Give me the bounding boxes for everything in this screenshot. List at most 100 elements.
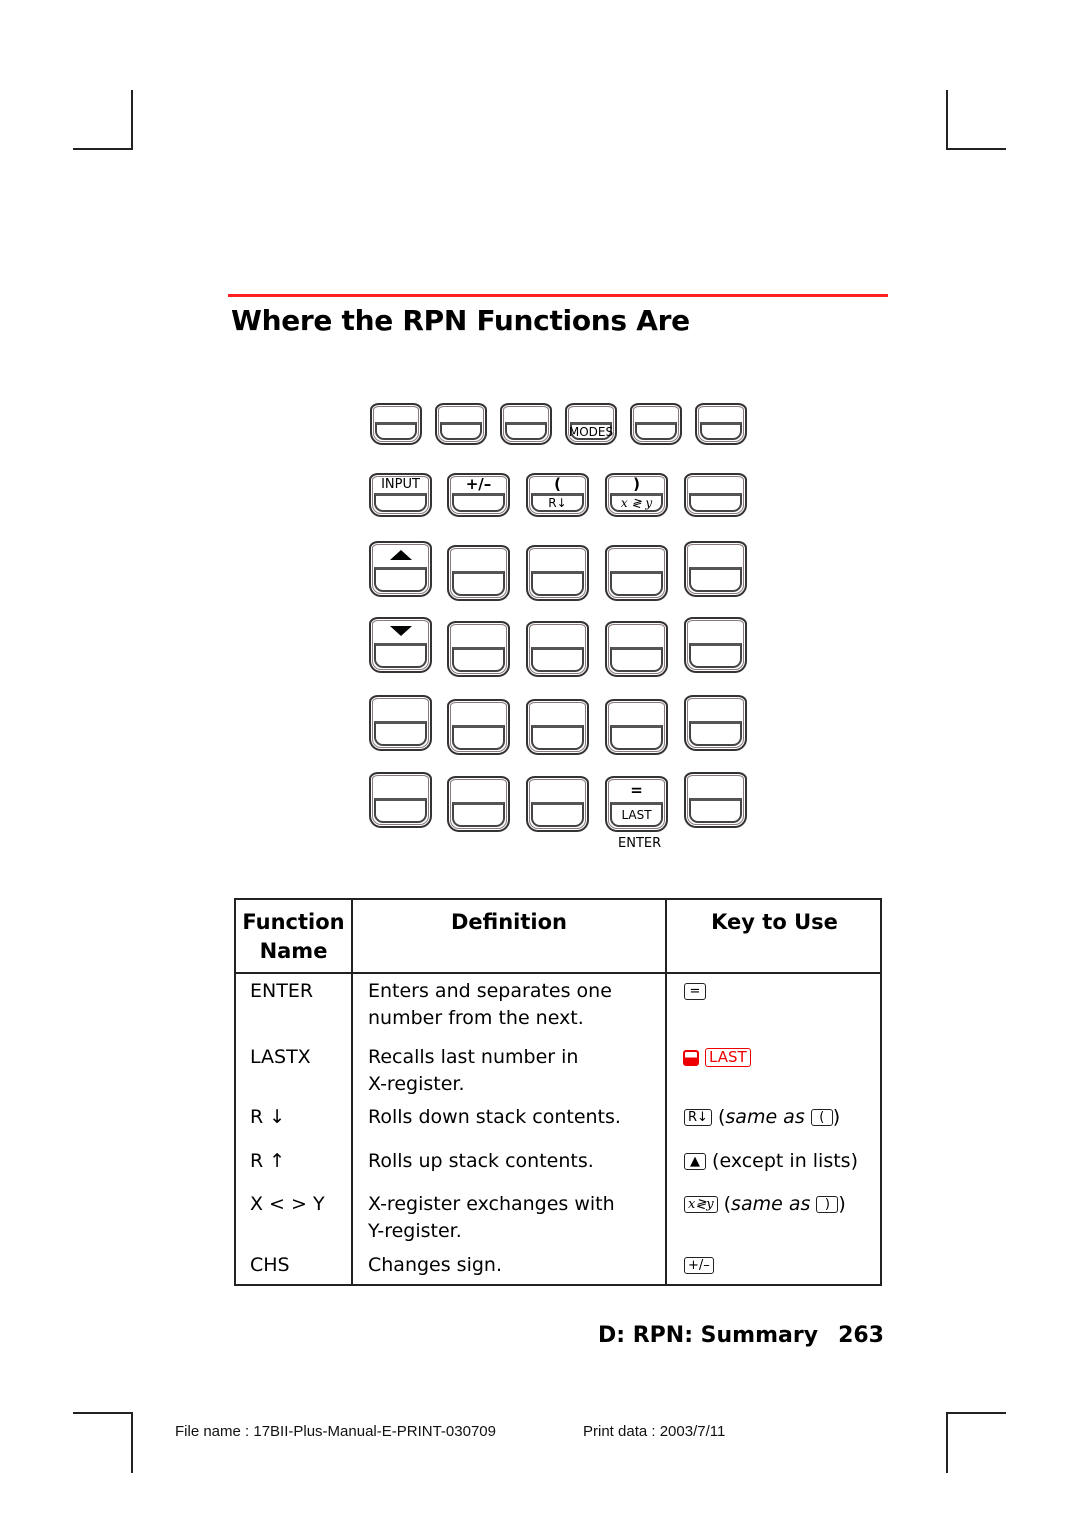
calculator-key [369, 772, 432, 828]
definition-line: Recalls last number in [368, 1046, 579, 1068]
key-top-label [449, 778, 508, 802]
key-bottom-label [452, 570, 505, 596]
running-footer: D: RPN: Summary 263 [598, 1323, 884, 1348]
print-date: Print data : 2003/7/11 [583, 1423, 726, 1440]
change-sign-key-icon: +/– [684, 1257, 714, 1274]
key-note: same as [725, 1106, 805, 1128]
calculator-key [447, 545, 510, 601]
key-top-label [607, 547, 666, 571]
calculator-key [447, 776, 510, 832]
file-name: File name : 17BII-Plus-Manual-E-PRINT-03… [175, 1423, 496, 1440]
calculator-key [369, 695, 432, 751]
table-row-name: LASTX [250, 1046, 311, 1068]
roll-down-key-icon: R↓ [684, 1109, 712, 1126]
definition-line: Changes sign. [368, 1254, 503, 1276]
key-bottom-label [689, 797, 742, 823]
key-bottom-label [635, 422, 677, 440]
key-bottom-label [700, 422, 742, 440]
key-top-label [686, 774, 745, 798]
up-arrow-icon [371, 543, 430, 567]
column-header-function-name: Function Name [236, 908, 351, 966]
key-bottom-label [375, 422, 417, 440]
table-row-key: ▲ (except in lists) [684, 1148, 858, 1175]
key-bottom-label [689, 720, 742, 746]
key-top-label [528, 778, 587, 802]
calculator-key [684, 617, 747, 673]
definition-line: Enters and separates one [368, 980, 612, 1002]
table-row-name: X < > Y [250, 1193, 325, 1215]
calculator-key [447, 621, 510, 677]
key-bottom-label [374, 642, 427, 668]
key-bottom-label [452, 493, 505, 512]
table-row-key: = [684, 978, 706, 1005]
key-note-paren: ) [838, 1193, 846, 1215]
calculator-key [684, 695, 747, 751]
crop-mark-top-right-v [946, 90, 948, 149]
crop-mark-bottom-right-h [946, 1412, 1006, 1414]
key-note-paren: ( [723, 1193, 732, 1215]
crop-mark-top-right-h [946, 148, 1006, 150]
table-divider [351, 900, 353, 1284]
table-row-key: LAST [683, 1044, 751, 1071]
key-top-label [528, 547, 587, 571]
calculator-key: +/– [447, 473, 510, 517]
definition-line: Y-register. [368, 1220, 462, 1242]
calculator-key: ) x ≷ y [605, 473, 668, 517]
chapter-label: D: RPN: Summary [598, 1323, 819, 1348]
crop-mark-top-left-h [73, 148, 133, 150]
calculator-key [684, 772, 747, 828]
table-row-definition: Enters and separates one number from the… [368, 978, 612, 1032]
calculator-key [630, 403, 682, 445]
key-bottom-label [610, 724, 663, 750]
table-row-name: R ↑ [250, 1150, 286, 1172]
calculator-key [684, 541, 747, 597]
key-top-label [686, 697, 745, 721]
key-top-label [567, 405, 615, 422]
open-paren-key-icon: ( [810, 1109, 833, 1126]
table-row-key: R↓ (same as () [684, 1104, 840, 1131]
key-note: (except in lists) [712, 1150, 858, 1172]
down-arrow-icon [371, 619, 430, 643]
column-header-key-to-use: Key to Use [711, 910, 838, 934]
calculator-key [369, 541, 432, 597]
equals-key-icon: = [684, 983, 706, 1000]
table-row-name: ENTER [250, 980, 314, 1002]
rpn-functions-table: Function Name Definition Key to Use ENTE… [234, 898, 882, 1286]
calculator-key [526, 699, 589, 755]
table-row-definition: Recalls last number in X-register. [368, 1044, 578, 1098]
key-bottom-label [610, 570, 663, 596]
key-bottom-label [689, 642, 742, 668]
definition-line: Rolls up stack contents. [368, 1150, 594, 1172]
table-row-definition: Rolls up stack contents. [368, 1148, 594, 1175]
key-note: same as [731, 1193, 811, 1215]
key-top-label [686, 619, 745, 643]
table-row-key: +/– [684, 1252, 714, 1279]
key-top-label [371, 697, 430, 721]
key-top-label [502, 405, 550, 422]
triangle-up-glyph [389, 549, 412, 560]
calculator-key [684, 473, 747, 517]
table-row-definition: Changes sign. [368, 1252, 502, 1279]
key-bottom-label [452, 724, 505, 750]
key-bottom-label [531, 801, 584, 827]
key-top-label [437, 405, 485, 422]
key-top-label: INPUT [381, 476, 420, 492]
calculator-key [526, 545, 589, 601]
key-bottom-label [374, 797, 427, 823]
key-top-label [632, 405, 680, 422]
crop-mark-bottom-left-v [131, 1412, 133, 1473]
calculator-key [500, 403, 552, 445]
key-bottom-label [452, 646, 505, 672]
key-bottom-label [505, 422, 547, 440]
section-title: Where the RPN Functions Are [231, 304, 690, 337]
key-top-label: = [630, 780, 643, 799]
swap-xy-key-icon: x≷y [684, 1196, 718, 1213]
definition-line: number from the next. [368, 1007, 584, 1029]
column-header-function-line2: Name [259, 939, 328, 963]
key-top-label [449, 623, 508, 647]
definition-line: Rolls down stack contents. [368, 1106, 621, 1128]
table-row-name: CHS [250, 1254, 290, 1276]
key-bottom-label [374, 566, 427, 592]
key-top-label [686, 475, 745, 493]
triangle-down-glyph [389, 625, 412, 636]
